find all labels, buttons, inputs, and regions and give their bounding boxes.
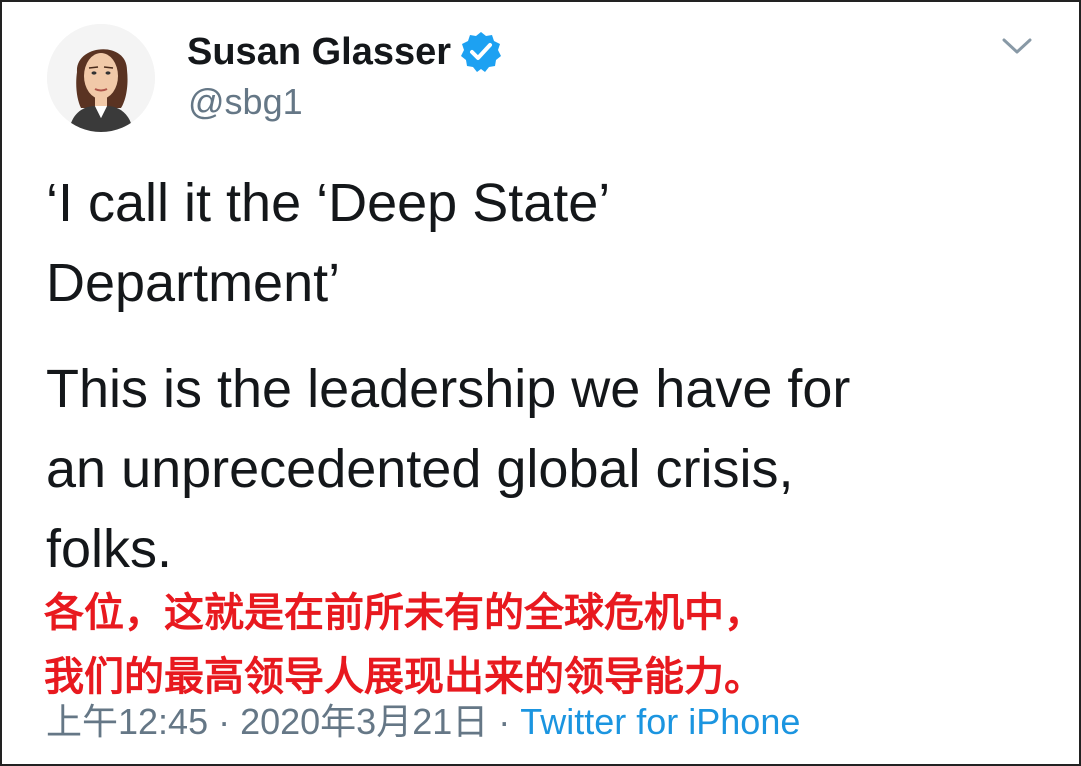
author-handle[interactable]: @sbg1 [188, 84, 303, 120]
chevron-down-icon[interactable] [1000, 30, 1034, 60]
author-display-name[interactable]: Susan Glasser [187, 33, 451, 71]
tweet-meta: 上午12:45 · 2020年3月21日 · Twitter for iPhone [46, 704, 800, 740]
author-name-row[interactable]: Susan Glasser [187, 30, 503, 74]
tweet-text-paragraph-1: ‘I call it the ‘Deep State’ Department’ [46, 163, 610, 323]
verified-badge-icon [459, 30, 503, 74]
tweet-source-link[interactable]: Twitter for iPhone [520, 701, 800, 742]
tweet-text-paragraph-2: This is the leadership we have for an un… [46, 349, 850, 589]
chinese-caption-line-2: 我们的最高领导人展现出来的领导能力。 [44, 655, 764, 699]
tweet-time[interactable]: 上午12:45 [46, 701, 208, 742]
tweet-date[interactable]: 2020年3月21日 [240, 701, 488, 742]
tweet-text-line: This is the leadership we have for [46, 359, 851, 419]
tweet-text-line: an unprecedented global crisis, [46, 439, 794, 499]
tweet-text-line: ‘I call it the ‘Deep State’ [46, 173, 611, 233]
meta-separator: · [218, 701, 231, 742]
avatar-illustration [47, 24, 155, 132]
tweet-text-line: folks. [46, 519, 173, 579]
chinese-caption-line-1: 各位，这就是在前所未有的全球危机中， [44, 591, 764, 635]
tweet-card: Susan Glasser @sbg1 ‘I call it the ‘Deep… [0, 0, 1081, 766]
avatar[interactable] [47, 24, 155, 132]
tweet-text-line: Department’ [46, 253, 341, 313]
meta-separator: · [498, 701, 511, 742]
